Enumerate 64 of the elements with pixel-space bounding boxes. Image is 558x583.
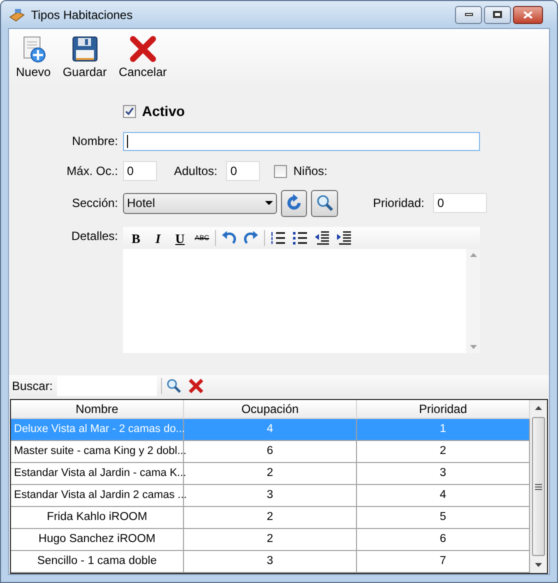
app-icon [9, 8, 25, 22]
format-button[interactable]: I [147, 229, 169, 247]
undo-icon[interactable] [221, 231, 237, 245]
table-row[interactable]: Master suite - cama King y 2 dobl... 6 2 [11, 441, 530, 463]
table-cell: 3 [184, 551, 357, 572]
table-row[interactable]: Estandar Vista al Jardin 2 camas ... 3 4 [11, 485, 530, 507]
minimize-button[interactable] [455, 6, 482, 24]
field-label: Máx. Oc.: [66, 163, 118, 180]
search-button[interactable] [311, 190, 338, 216]
format-button[interactable]: U [169, 229, 191, 247]
table-cell: Frida Kahlo iROOM [11, 507, 184, 528]
input-field[interactable] [123, 132, 480, 150]
search-label: Buscar: [11, 378, 54, 395]
format-button[interactable]: B [125, 229, 147, 247]
window-title: Tipos Habitaciones [31, 6, 133, 24]
toolbar-button[interactable]: Cancelar [116, 35, 169, 79]
input-field[interactable]: 0 [226, 161, 260, 181]
field-label: Adultos: [174, 163, 218, 180]
table-row[interactable]: Estandar Vista al Jardin - cama K... 2 3 [11, 463, 530, 485]
field-label: Nombre: [70, 133, 118, 150]
scrollbar-thumb[interactable] [532, 417, 545, 556]
field-label: Sección: [70, 195, 118, 212]
dropdown[interactable]: Hotel [123, 192, 277, 214]
refresh-icon [285, 194, 303, 212]
checkbox[interactable] [274, 164, 288, 178]
close-icon [523, 10, 533, 18]
table-cell: Sencillo - 1 cama doble [11, 551, 184, 572]
table-row[interactable]: Frida Kahlo iROOM 2 5 [11, 507, 530, 529]
toolbar-button[interactable]: Guardar [60, 35, 109, 79]
input-field[interactable]: 0 [123, 161, 157, 181]
table-cell: Deluxe Vista al Mar - 2 camas do... [11, 419, 184, 440]
close-icon[interactable] [188, 378, 204, 394]
numbered-list-icon[interactable] [270, 231, 286, 245]
checkbox-label: Niños: [293, 163, 328, 180]
scrollbar[interactable] [530, 400, 547, 573]
toolbar-button[interactable]: Nuevo [14, 35, 53, 79]
input-field[interactable]: 0 [433, 193, 488, 213]
table-cell: 3 [184, 485, 357, 506]
checkbox[interactable] [123, 104, 136, 118]
field-label: Detalles: [70, 228, 118, 245]
field-label: Prioridad: [373, 195, 424, 212]
table-cell: 2 [184, 463, 357, 484]
redo-icon[interactable] [243, 231, 259, 245]
search-icon[interactable] [166, 378, 182, 394]
table-row[interactable]: Sencillo - 1 cama doble 3 7 [11, 551, 530, 573]
maximize-button[interactable] [484, 6, 511, 24]
bullet-list-icon[interactable] [292, 231, 308, 245]
outdent-icon[interactable] [314, 231, 330, 245]
table-cell: Master suite - cama King y 2 dobl... [11, 441, 184, 462]
table-cell: 2 [184, 529, 357, 550]
close-icon [128, 35, 157, 63]
table-cell: 2 [184, 507, 357, 528]
table-cell: 4 [184, 419, 357, 440]
refresh-button[interactable] [281, 190, 307, 216]
close-button[interactable] [513, 6, 543, 24]
table-cell: Estandar Vista al Jardin 2 camas ... [11, 485, 184, 506]
table-row[interactable]: Hugo Sanchez iROOM 2 6 [11, 529, 530, 551]
table-cell: Estandar Vista al Jardin - cama K... [11, 463, 184, 484]
table-cell: Hugo Sanchez iROOM [11, 529, 184, 550]
checkbox-label: Activo [142, 102, 185, 120]
indent-icon[interactable] [336, 231, 352, 245]
search-icon [316, 194, 334, 212]
dropdown-arrow-icon [265, 201, 273, 205]
table-cell: 6 [184, 441, 357, 462]
